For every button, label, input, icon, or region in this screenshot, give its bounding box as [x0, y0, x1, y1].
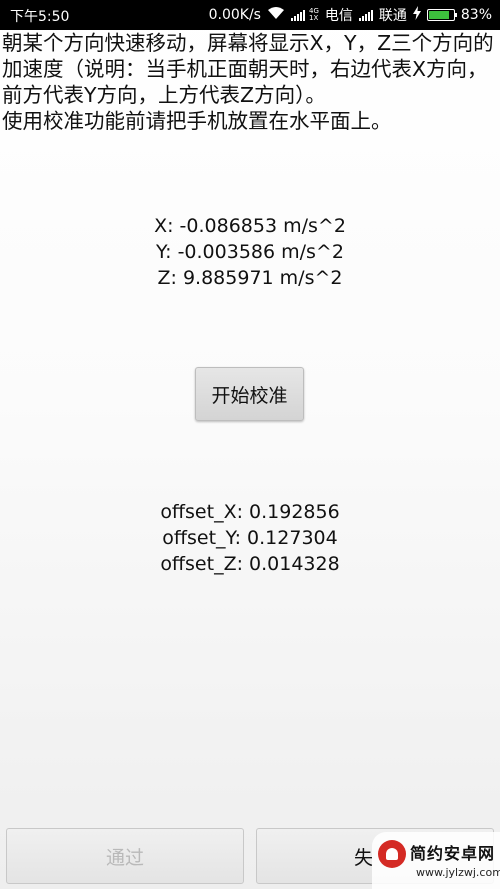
reading-x: X: -0.086853 m/s^2 — [154, 215, 346, 237]
reading-z: Z: 9.885971 m/s^2 — [157, 267, 343, 289]
offset-z: offset_Z: 0.014328 — [160, 553, 340, 575]
wifi-icon — [267, 6, 285, 24]
battery-percent: 83% — [460, 7, 492, 23]
signal-icon — [290, 9, 305, 21]
offset-x: offset_X: 0.192856 — [160, 501, 340, 523]
status-time: 下午5:50 — [10, 9, 70, 25]
charging-icon — [412, 6, 421, 24]
reading-y: Y: -0.003586 m/s^2 — [156, 241, 344, 263]
network-type-bottom: 1X — [308, 14, 319, 22]
watermark-url: www.jylzwj.com — [416, 866, 500, 879]
carrier-1: 电信 — [324, 8, 353, 24]
network-speed: 0.00K/s — [208, 7, 261, 23]
start-calibration-button[interactable]: 开始校准 — [195, 367, 304, 421]
calibration-offsets: offset_X: 0.192856 offset_Y: 0.127304 of… — [0, 499, 500, 577]
carrier-2: 联通 — [378, 8, 407, 24]
status-indicators: 0.00K/s 4G 1X 电信 联通 83% — [209, 0, 492, 30]
instruction-text: 朝某个方向快速移动，屏幕将显示X，Y，Z三个方向的加速度（说明：当手机正面朝天时… — [2, 31, 494, 133]
offset-y: offset_Y: 0.127304 — [162, 527, 338, 549]
acceleration-readings: X: -0.086853 m/s^2 Y: -0.003586 m/s^2 Z:… — [0, 213, 500, 291]
android-logo-icon — [378, 840, 406, 868]
network-type-tag: 4G 1X — [309, 8, 319, 22]
fail-button-label: 失 — [354, 847, 374, 869]
battery-fill — [428, 11, 449, 19]
signal-icon-2 — [358, 9, 373, 21]
site-watermark: 简约安卓网 www.jylzwj.com — [372, 832, 500, 889]
watermark-title: 简约安卓网 — [410, 844, 496, 863]
status-bar: 下午5:50 0.00K/s 4G 1X 电信 联通 83% — [0, 0, 500, 30]
battery-icon — [426, 9, 457, 21]
pass-button[interactable]: 通过 — [6, 828, 244, 884]
